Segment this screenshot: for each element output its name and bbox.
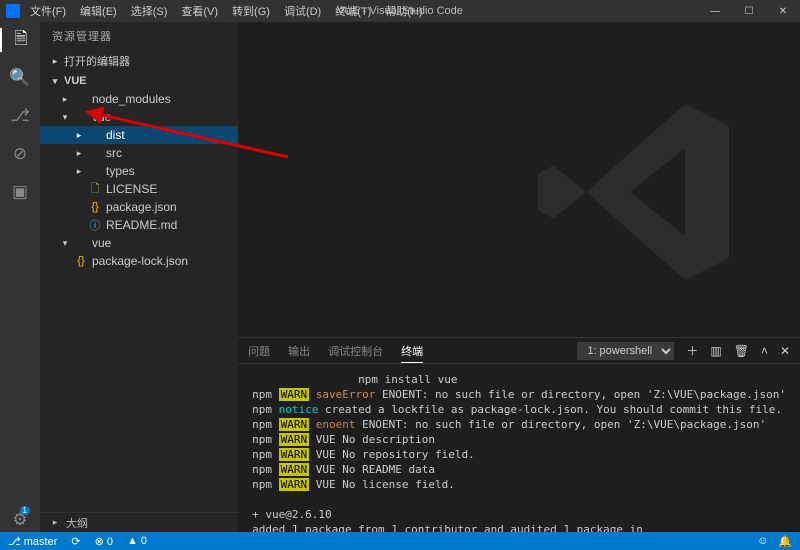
tree-item[interactable]: ⓘREADME.md [40, 216, 238, 234]
maximize-button[interactable]: ☐ [732, 0, 766, 22]
notifications-icon[interactable]: 🔔 [778, 535, 792, 548]
tree-item[interactable]: {}package.json [40, 198, 238, 216]
status-bar: ⎇ master ⟳ ⊗ 0 ▲ 0 ☺ 🔔 [0, 532, 800, 550]
close-panel-icon[interactable]: ✕ [780, 344, 790, 358]
close-button[interactable]: ✕ [766, 0, 800, 22]
app-logo [6, 4, 20, 18]
git-branch[interactable]: ⎇ master [8, 535, 57, 548]
vscode-watermark-icon [520, 82, 740, 302]
new-terminal-icon[interactable]: ＋ [686, 342, 698, 359]
search-icon[interactable]: 🔍 [8, 66, 32, 90]
tree-item[interactable]: ▸dist [40, 126, 238, 144]
terminal-output[interactable]: npm install vuenpm WARN saveError ENOENT… [238, 364, 800, 532]
menu-item[interactable]: 查看(V) [181, 3, 218, 19]
debug-icon[interactable]: ⊘ [8, 142, 32, 166]
minimize-button[interactable]: — [698, 0, 732, 22]
panel-tab[interactable]: 终端 [401, 346, 423, 363]
explorer-header: 资源管理器 [40, 22, 238, 50]
tree-item[interactable]: ▸types [40, 162, 238, 180]
tree-item[interactable]: {}package-lock.json [40, 252, 238, 270]
extensions-icon[interactable]: ▣ [8, 180, 32, 204]
maximize-panel-icon[interactable]: ˄ [761, 344, 768, 358]
settings-gear-icon[interactable]: ⚙1 [8, 508, 32, 532]
tree-item[interactable]: 🗋LICENSE [40, 180, 238, 198]
explorer-icon[interactable]: 🗎 [0, 28, 40, 52]
menu-item[interactable]: 文件(F) [30, 3, 66, 19]
warnings-count[interactable]: ▲ 0 [127, 535, 147, 547]
outline-section[interactable]: ▸大纲 [40, 512, 238, 532]
bottom-panel: 问题 输出 调试控制台 终端 1: powershell ＋ ▥ 🗑 ˄ ✕ npm … [238, 337, 800, 532]
menu-item[interactable]: 转到(G) [232, 3, 270, 19]
menu-item[interactable]: 编辑(E) [80, 3, 117, 19]
panel-tab[interactable]: 输出 [288, 346, 310, 358]
sync-button[interactable]: ⟳ [71, 535, 80, 548]
panel-tabs: 问题 输出 调试控制台 终端 1: powershell ＋ ▥ 🗑 ˄ ✕ [238, 338, 800, 364]
sidebar: 资源管理器 ▸打开的编辑器 ▾VUE ▸node_modules▾vue▸dis… [40, 22, 238, 532]
root-folder-section[interactable]: ▾VUE [40, 72, 238, 90]
panel-tab[interactable]: 问题 [248, 346, 270, 358]
tree-item[interactable]: ▾vue [40, 108, 238, 126]
editor-area: 问题 输出 调试控制台 终端 1: powershell ＋ ▥ 🗑 ˄ ✕ npm … [238, 22, 800, 532]
window-title: VUE - Visual Studio Code [337, 5, 463, 17]
open-editors-section[interactable]: ▸打开的编辑器 [40, 50, 238, 72]
menu-item[interactable]: 选择(S) [131, 3, 168, 19]
tree-item[interactable]: ▸src [40, 144, 238, 162]
panel-tab[interactable]: 调试控制台 [328, 346, 383, 358]
tree-item[interactable]: ▸node_modules [40, 90, 238, 108]
activity-bar: 🗎 🔍 ⎇ ⊘ ▣ ⚙1 [0, 22, 40, 532]
errors-count[interactable]: ⊗ 0 [95, 535, 113, 548]
menu-item[interactable]: 调试(D) [284, 3, 321, 19]
terminal-selector[interactable]: 1: powershell [577, 342, 674, 360]
editor-empty [238, 22, 800, 337]
split-terminal-icon[interactable]: ▥ [710, 344, 721, 358]
title-bar: 文件(F)编辑(E)选择(S)查看(V)转到(G)调试(D)终端(T)帮助(H)… [0, 0, 800, 22]
kill-terminal-icon[interactable]: 🗑 [734, 344, 749, 358]
feedback-icon[interactable]: ☺ [757, 535, 768, 548]
tree-item[interactable]: ▾vue [40, 234, 238, 252]
git-icon[interactable]: ⎇ [8, 104, 32, 128]
file-tree: ▸node_modules▾vue▸dist▸src▸types🗋LICENSE… [40, 90, 238, 512]
